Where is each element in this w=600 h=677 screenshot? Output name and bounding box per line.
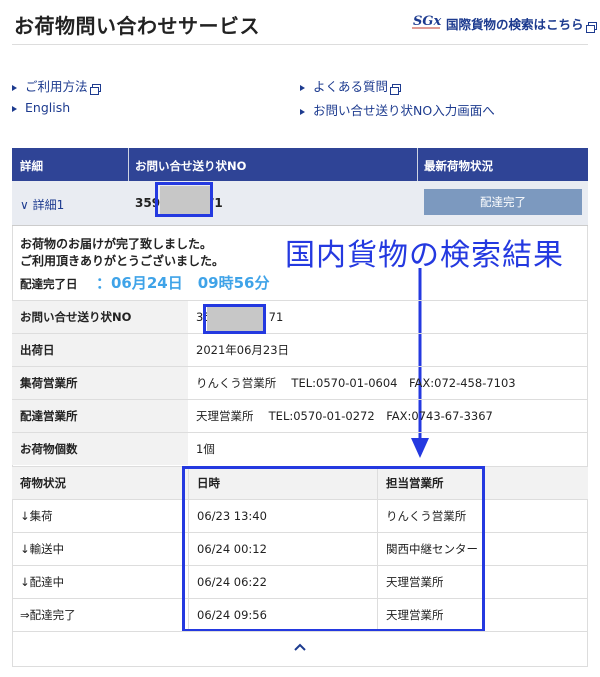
info-value: 2021年06月23日 (188, 333, 588, 367)
nav-faq-label: よくある質問 (313, 79, 389, 94)
history-header-status: 荷物状況 (12, 466, 189, 500)
history-status: ↓集荷 (12, 499, 189, 533)
history-status: ⇒配達完了 (12, 598, 189, 631)
nav-input-screen-label: お問い合せ送り状NO入力画面へ (313, 103, 495, 118)
header-divider (12, 44, 588, 45)
table-row: 配達営業所 天理営業所 TEL:0570-01-0272 FAX:0743-67… (12, 399, 588, 433)
highlight-frame (203, 304, 266, 334)
info-label: お問い合せ送り状NO (12, 300, 188, 334)
table-row: 集荷営業所 りんくう営業所 TEL:0570-01-0604 FAX:072-4… (12, 366, 588, 400)
history-status: ↓輸送中 (12, 532, 189, 566)
message-line-1: お荷物のお届けが完了致しました。 (20, 237, 213, 251)
results-table-header: 詳細 お問い合せ送り状NO 最新荷物状況 (12, 148, 588, 181)
chevron-down-icon: ∨ (20, 198, 29, 212)
external-link-icon (585, 21, 597, 33)
detail-toggle[interactable]: ∨ 詳細1 (20, 196, 64, 213)
header-latest-status: 最新荷物状況 (424, 159, 493, 173)
nav-english-link[interactable]: English (12, 100, 70, 115)
nav-english-label: English (25, 100, 71, 115)
bullet-arrow-icon (300, 108, 305, 115)
info-label: お荷物個数 (12, 432, 188, 465)
table-row: お問い合せ送り状NO 35 71 (12, 300, 588, 334)
history-status: ↓配達中 (12, 565, 189, 599)
nav-usage-link[interactable]: ご利用方法 (12, 76, 101, 95)
history-highlight-frame (182, 466, 485, 632)
table-row: お荷物個数 1個 (12, 432, 588, 465)
nav-input-screen-link[interactable]: お問い合せ送り状NO入力画面へ (300, 100, 495, 119)
message-line-2: ご利用頂きありがとうございました。 (20, 254, 225, 268)
external-link-icon (89, 83, 101, 95)
highlight-frame (155, 182, 213, 217)
bullet-arrow-icon (300, 84, 305, 91)
delivered-date-value: ：06月24日 09時56分 (96, 274, 270, 292)
bullet-arrow-icon (12, 105, 17, 112)
nav-usage-label: ご利用方法 (25, 79, 88, 94)
info-label: 配達営業所 (12, 399, 188, 433)
delivery-status-button[interactable]: 配達完了 (424, 189, 582, 215)
svg-text:SGx: SGx (413, 14, 441, 29)
detail-toggle-label: 詳細1 (32, 198, 65, 212)
external-link-icon (390, 83, 402, 95)
table-row: 出荷日 2021年06月23日 (12, 333, 588, 367)
chevron-up-icon[interactable] (292, 641, 308, 653)
page-title: お荷物問い合わせサービス (14, 14, 260, 38)
info-value: 天理営業所 TEL:0570-01-0272 FAX:0743-67-3367 (188, 399, 588, 433)
shipment-info-table: お問い合せ送り状NO 35 71 出荷日 2021年06月23日 集荷営業所 りん… (12, 300, 588, 465)
info-value: 1個 (188, 432, 588, 465)
nav-faq-link[interactable]: よくある質問 (300, 76, 402, 95)
info-tracking-suffix: 71 (268, 310, 284, 324)
info-label: 出荷日 (12, 333, 188, 367)
sgx-logo[interactable]: SGx (410, 10, 442, 32)
completion-message: お荷物のお届けが完了致しました。 ご利用頂きありがとうございました。 (20, 236, 224, 270)
header-tracking-no: お問い合せ送り状NO (135, 159, 247, 173)
bullet-arrow-icon (12, 84, 17, 91)
header-detail: 詳細 (20, 159, 43, 173)
international-search-link[interactable]: 国際貨物の検索はこちら (446, 14, 597, 33)
info-label: 集荷営業所 (12, 366, 188, 400)
info-value: りんくう営業所 TEL:0570-01-0604 FAX:072-458-710… (188, 366, 588, 400)
delivered-date-label: 配達完了日 (20, 277, 78, 291)
international-search-label: 国際貨物の検索はこちら (446, 17, 584, 32)
